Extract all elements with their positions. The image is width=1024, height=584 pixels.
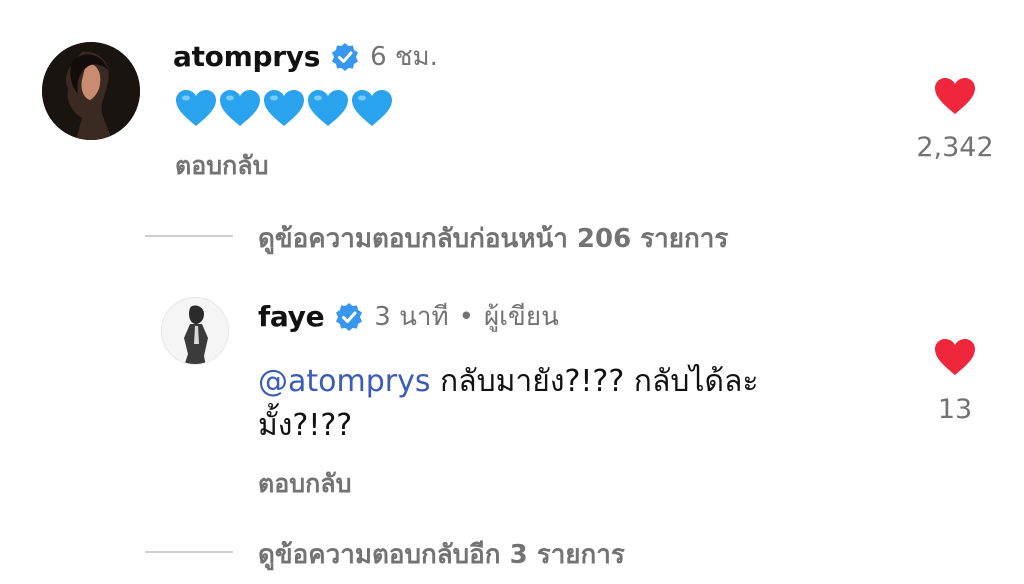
reply-username[interactable]: faye bbox=[258, 300, 325, 333]
comment-header: atomprys 6 ชม. bbox=[173, 36, 438, 77]
reply-text-line2: มั้ง?!?? bbox=[258, 408, 353, 443]
view-previous-replies-button[interactable]: ดูข้อความตอบกลับก่อนหน้า 206 รายการ bbox=[258, 218, 728, 259]
view-more-replies-button[interactable]: ดูข้อความตอบกลับอีก 3 รายการ bbox=[258, 534, 625, 575]
blue-heart-icon bbox=[176, 90, 216, 126]
reply-text: @atomprys กลับมายัง?!?? กลับได้ละ มั้ง?!… bbox=[258, 360, 878, 448]
reply-text-line1: กลับมายัง?!?? กลับได้ละ bbox=[430, 364, 759, 399]
comment-time: 6 ชม. bbox=[370, 42, 438, 72]
reply-like-count: 13 bbox=[937, 394, 973, 425]
reply-reply-button[interactable]: ตอบกลับ bbox=[258, 464, 351, 504]
reply-header: faye 3 นาที • ผู้เขียน bbox=[258, 296, 559, 337]
avatar-atomprys[interactable] bbox=[42, 42, 140, 140]
like-heart-icon[interactable] bbox=[933, 337, 977, 377]
blue-heart-icon bbox=[308, 90, 348, 126]
avatar-faye[interactable] bbox=[161, 297, 229, 365]
thread-line bbox=[145, 235, 233, 237]
thread-line bbox=[145, 551, 233, 553]
verified-badge-icon bbox=[336, 302, 363, 331]
comment-reply-button[interactable]: ตอบกลับ bbox=[175, 146, 268, 186]
like-heart-icon[interactable] bbox=[933, 76, 977, 116]
blue-heart-icon bbox=[264, 90, 304, 126]
blue-heart-icon bbox=[352, 90, 392, 126]
blue-heart-icon bbox=[220, 90, 260, 126]
comment-like-count: 2,342 bbox=[916, 132, 994, 163]
profile-photo bbox=[42, 42, 140, 140]
author-badge: ผู้เขียน bbox=[483, 302, 559, 332]
mention-link[interactable]: @atomprys bbox=[258, 364, 431, 399]
comment-content-emojis bbox=[174, 88, 394, 128]
verified-badge-icon bbox=[332, 42, 359, 71]
comment-username[interactable]: atomprys bbox=[173, 40, 320, 73]
meta-separator: • bbox=[458, 301, 474, 332]
reply-time: 3 นาที bbox=[374, 302, 449, 332]
profile-photo bbox=[162, 298, 228, 364]
